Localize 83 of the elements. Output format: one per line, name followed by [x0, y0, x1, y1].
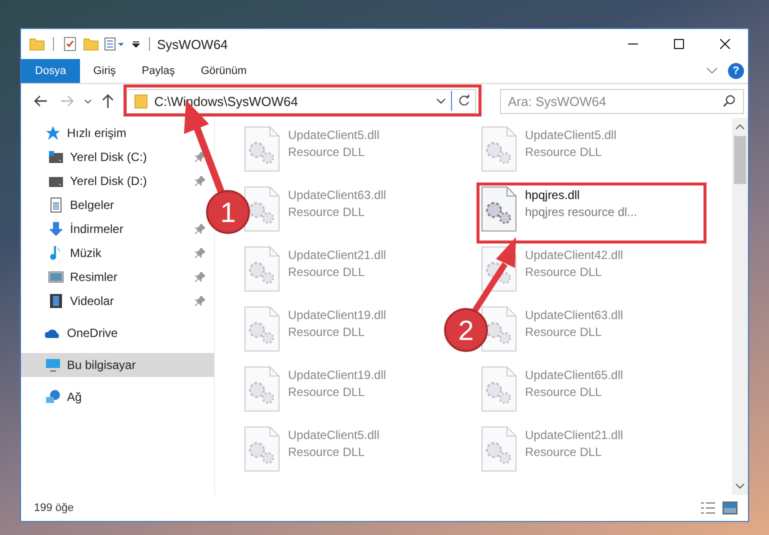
ribbon-tab[interactable]: Paylaş [128, 59, 188, 83]
file-name[interactable]: UpdateClient5.dll [525, 128, 616, 142]
file-name[interactable]: UpdateClient63.dll [288, 188, 386, 202]
file-name[interactable]: UpdateClient65.dll [525, 368, 624, 382]
sidebar-item[interactable]: Müzik [21, 241, 106, 265]
search-field[interactable]: Ara: SysWOW64 [500, 88, 744, 114]
pin-icon[interactable] [195, 296, 205, 306]
ribbon-tab[interactable]: Giriş [80, 59, 129, 83]
dll-file-icon[interactable] [481, 186, 517, 232]
file-description: Resource DLL [288, 325, 366, 339]
network-icon [45, 389, 61, 405]
sidebar-item[interactable]: Hızlı erişim [21, 121, 130, 145]
pin-icon[interactable] [195, 152, 205, 162]
computer-icon [45, 357, 61, 373]
file-description: hpqjres resource dl... [525, 205, 638, 219]
file-name[interactable]: UpdateClient21.dll [525, 428, 624, 442]
caret-icon[interactable] [131, 39, 141, 49]
dll-file-icon[interactable] [244, 186, 280, 232]
window-title: SysWOW64 [157, 36, 228, 52]
minimize-icon [628, 43, 638, 45]
scroll-up-icon[interactable] [735, 124, 745, 130]
file-description: Resource DLL [525, 265, 603, 279]
refresh-icon[interactable] [456, 94, 471, 108]
ribbon-tab[interactable]: Dosya [21, 59, 80, 83]
file-name[interactable]: UpdateClient19.dll [288, 308, 386, 322]
file-description: Resource DLL [525, 385, 603, 399]
sidebar-item[interactable]: Ağ [21, 385, 86, 409]
file-name[interactable]: UpdateClient19.dll [288, 368, 386, 382]
checklist-icon[interactable] [62, 36, 78, 52]
pin-icon[interactable] [195, 272, 205, 282]
sidebar-item[interactable]: Videolar [21, 289, 118, 313]
large-icons-view-icon[interactable] [722, 500, 738, 516]
pictures-icon [48, 269, 64, 285]
pin-icon[interactable] [195, 176, 205, 186]
file-description: Resource DLL [525, 325, 603, 339]
callout-badge: 1 [206, 190, 250, 234]
file-description: Resource DLL [288, 385, 366, 399]
file-description: Resource DLL [288, 145, 366, 159]
file-name[interactable]: UpdateClient21.dll [288, 248, 386, 262]
help-button[interactable]: ? [728, 63, 744, 79]
chevron-icon[interactable] [706, 67, 718, 75]
file-description: Resource DLL [525, 145, 603, 159]
dll-file-icon[interactable] [481, 306, 517, 352]
file-name[interactable]: UpdateClient5.dll [288, 428, 380, 442]
drive-icon [48, 149, 64, 165]
maximize-icon [674, 39, 684, 49]
caret-icon[interactable] [436, 96, 446, 106]
scrollbar[interactable] [732, 118, 748, 495]
folder-icon[interactable] [29, 36, 45, 52]
documents-icon [48, 197, 64, 213]
videos-icon [48, 293, 64, 309]
forward-icon[interactable] [58, 93, 75, 109]
sidebar-item[interactable]: OneDrive [21, 321, 122, 345]
item-count: 199 öğe [34, 502, 74, 514]
downloads-icon [48, 221, 64, 237]
pin-icon[interactable] [195, 224, 205, 234]
sidebar-item[interactable]: Yerel Disk (C:) [21, 145, 151, 169]
sidebar-item[interactable]: Resimler [21, 265, 122, 289]
file-name[interactable]: hpqjres.dll [525, 188, 638, 202]
ribbon-tab[interactable]: Görünüm [188, 59, 260, 83]
file-name[interactable]: UpdateClient5.dll [288, 128, 380, 142]
search-icon[interactable] [722, 94, 736, 108]
file-name[interactable]: UpdateClient63.dll [525, 308, 624, 322]
scroll-thumb[interactable] [734, 136, 746, 184]
details-view-icon[interactable] [700, 500, 716, 516]
address-path: C:\Windows\SysWOW64 [154, 94, 300, 108]
pin-icon[interactable] [195, 248, 205, 258]
folder-icon[interactable] [83, 36, 99, 52]
file-description: Resource DLL [288, 445, 366, 459]
folder-icon [133, 93, 150, 109]
file-description: Resource DLL [288, 265, 366, 279]
sidebar-item[interactable]: Yerel Disk (D:) [21, 169, 151, 193]
file-name[interactable]: UpdateClient42.dll [525, 248, 624, 262]
file-description: Resource DLL [288, 205, 366, 219]
sidebar-item[interactable]: Belgeler [21, 193, 118, 217]
sidebar-item[interactable]: Bu bilgisayar [21, 353, 214, 377]
callout-badge: 2 [444, 308, 488, 352]
back-icon[interactable] [33, 93, 49, 109]
properties-icon[interactable] [104, 36, 126, 52]
sidebar-item[interactable]: İndirmeler [21, 217, 128, 241]
scroll-down-icon[interactable] [735, 483, 745, 489]
close-icon [720, 39, 730, 49]
file-description: Resource DLL [525, 445, 603, 459]
